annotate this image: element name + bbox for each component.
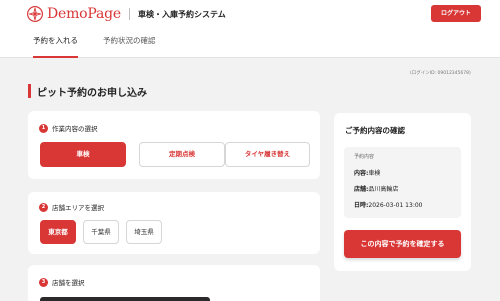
summary-key: 日時:	[354, 202, 369, 209]
step-label: 店舗を選択	[52, 279, 85, 287]
title-accent-bar	[28, 84, 31, 98]
store-list-top-edge[interactable]	[40, 297, 210, 301]
step-3-header: 3 店舗を選択	[39, 277, 85, 287]
step-label: 作業内容の選択	[52, 125, 98, 133]
confirm-title: ご予約内容の確認	[345, 126, 405, 135]
step-number-badge: 3	[39, 277, 48, 287]
summary-value: 2026-03-01 13:00	[368, 202, 423, 209]
nav-tab-reservation-status[interactable]: 予約状況の確認	[103, 35, 156, 58]
summary-value: 品川高輪店	[368, 186, 399, 193]
confirm-reservation-button[interactable]: この内容で予約を確定する	[344, 230, 461, 258]
summary-box: 予約内容 内容:車検 店舗:品川高輪店 日時:2026-03-01 13:00	[344, 147, 461, 218]
summary-key: 店舗:	[354, 186, 369, 193]
step-number-badge: 2	[39, 202, 48, 212]
area-option-chiba[interactable]: 千葉県	[83, 220, 119, 244]
header-divider	[129, 8, 130, 20]
confirm-card: ご予約内容の確認 予約内容 内容:車検 店舗:品川高輪店 日時:2026-03-…	[334, 113, 471, 271]
summary-key: 内容:	[354, 170, 369, 177]
top-bar: DemoPage 車検・入庫予約システム ログアウト 予約を入れる 予約状況の確…	[0, 0, 500, 58]
step-1-card: 1 作業内容の選択 車検 定期点検 タイヤ履き替え	[28, 111, 320, 179]
step-2-header: 2 店舗エリアを選択	[39, 202, 104, 212]
system-title: 車検・入庫予約システム	[138, 9, 226, 19]
main-nav: 予約を入れる 予約状況の確認	[0, 30, 500, 58]
area-option-tokyo[interactable]: 東京都	[40, 220, 76, 244]
step-2-card: 2 店舗エリアを選択 東京都 千葉県 埼玉県	[28, 192, 320, 254]
page-title-block: ピット予約のお申し込み	[28, 84, 147, 99]
summary-row-datetime: 日時:2026-03-01 13:00	[354, 200, 422, 209]
work-option-periodic-inspection[interactable]: 定期点検	[139, 142, 225, 167]
brand[interactable]: DemoPage 車検・入庫予約システム	[26, 5, 226, 23]
summary-value: 車検	[368, 170, 381, 177]
area-option-saitama[interactable]: 埼玉県	[126, 220, 162, 244]
work-option-shaken[interactable]: 車検	[40, 142, 126, 167]
summary-row-store: 店舗:品川高輪店	[354, 184, 398, 193]
work-option-tire-change[interactable]: タイヤ履き替え	[225, 142, 310, 167]
summary-heading: 予約内容	[354, 154, 375, 160]
step-label: 店舗エリアを選択	[52, 204, 104, 212]
nav-tab-make-reservation[interactable]: 予約を入れる	[33, 35, 78, 58]
login-id-text: (ログインID: 09012345678)	[410, 71, 471, 76]
step-3-card: 3 店舗を選択	[28, 265, 320, 301]
step-1-header: 1 作業内容の選択	[39, 123, 98, 133]
summary-row-content: 内容:車検	[354, 168, 380, 177]
page-title: ピット予約のお申し込み	[37, 87, 147, 99]
step-number-badge: 1	[39, 123, 48, 133]
logout-button[interactable]: ログアウト	[431, 5, 481, 22]
brand-logo-icon	[27, 6, 43, 22]
brand-name: DemoPage	[47, 6, 121, 22]
